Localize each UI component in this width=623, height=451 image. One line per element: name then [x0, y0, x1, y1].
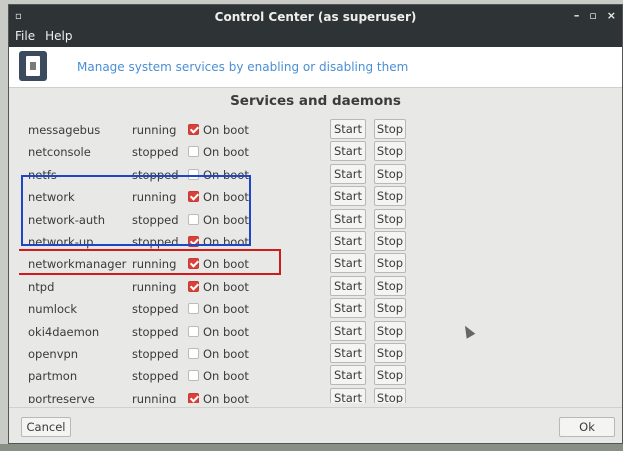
service-name: partmon — [28, 369, 78, 384]
service-row: ntpd running On boot Start Stop — [19, 275, 579, 298]
start-button[interactable]: Start — [330, 231, 366, 251]
menu-file[interactable]: File — [15, 29, 35, 43]
start-button[interactable]: Start — [330, 253, 366, 274]
stop-button[interactable]: Stop — [374, 320, 406, 341]
service-name: netconsole — [28, 145, 91, 160]
cancel-button[interactable]: Cancel — [21, 417, 71, 437]
service-status: running — [132, 123, 177, 137]
service-name: numlock — [28, 302, 77, 317]
footer-divider — [9, 407, 622, 408]
service-name: messagebus — [28, 123, 101, 137]
start-button[interactable]: Start — [330, 365, 366, 386]
desktop-background — [0, 444, 623, 451]
annotation-box-networkmanager — [19, 249, 281, 275]
on-boot-checkbox[interactable] — [188, 146, 199, 158]
minimize-icon[interactable]: – — [574, 9, 580, 22]
menu-bar: File Help — [9, 29, 622, 47]
window-controls: – ▫ × — [574, 9, 616, 22]
on-boot-label[interactable]: On boot — [203, 302, 249, 316]
service-row: openvpn stopped On boot Start Stop — [19, 343, 579, 365]
stop-button[interactable]: Stop — [374, 343, 406, 363]
on-boot-label[interactable]: On boot — [203, 123, 249, 137]
ok-button[interactable]: Ok — [559, 417, 615, 437]
menu-help[interactable]: Help — [45, 29, 72, 43]
service-row: netconsole stopped On boot Start Stop — [19, 141, 579, 163]
on-boot-label[interactable]: On boot — [203, 392, 249, 403]
stop-button[interactable]: Stop — [374, 365, 406, 386]
stop-button[interactable]: Stop — [374, 253, 406, 274]
header-banner: Manage system services by enabling or di… — [9, 47, 622, 88]
page-title: Services and daemons — [230, 93, 401, 109]
on-boot-label[interactable]: On boot — [203, 369, 249, 383]
start-button[interactable]: Start — [330, 320, 366, 341]
start-button[interactable]: Start — [330, 163, 366, 184]
service-status: stopped — [132, 347, 179, 361]
service-status: stopped — [132, 145, 179, 160]
service-name: oki4daemon — [28, 324, 100, 339]
services-app-icon — [19, 51, 47, 81]
on-boot-label[interactable]: On boot — [203, 280, 249, 294]
close-icon[interactable]: × — [607, 9, 616, 22]
stop-button[interactable]: Stop — [374, 141, 406, 162]
start-button[interactable]: Start — [330, 119, 366, 139]
annotation-box-network-group — [21, 175, 251, 247]
on-boot-checkbox[interactable] — [188, 392, 199, 403]
start-button[interactable]: Start — [330, 141, 366, 162]
on-boot-checkbox[interactable] — [188, 280, 199, 292]
title-bar[interactable]: ▫ Control Center (as superuser) – ▫ × — [9, 5, 622, 29]
service-status: running — [132, 279, 177, 294]
stop-button[interactable]: Stop — [374, 119, 406, 139]
service-status: stopped — [132, 302, 179, 317]
on-boot-label[interactable]: On boot — [203, 347, 249, 361]
start-button[interactable]: Start — [330, 298, 366, 319]
service-status: stopped — [132, 324, 179, 339]
service-status: stopped — [132, 369, 179, 384]
start-button[interactable]: Start — [330, 343, 366, 363]
window-title: Control Center (as superuser) — [214, 10, 417, 24]
banner-description: Manage system services by enabling or di… — [77, 60, 409, 74]
service-row: messagebus running On boot Start Stop — [19, 119, 579, 141]
service-row: portreserve running On boot Start Stop — [19, 387, 579, 403]
service-status: running — [132, 391, 177, 403]
service-name: portreserve — [28, 391, 95, 403]
service-row: partmon stopped On boot Start Stop — [19, 365, 579, 387]
stop-button[interactable]: Stop — [374, 298, 406, 319]
start-button[interactable]: Start — [330, 186, 366, 207]
on-boot-label[interactable]: On boot — [203, 325, 249, 339]
stop-button[interactable]: Stop — [374, 163, 406, 184]
start-button[interactable]: Start — [330, 275, 366, 296]
service-name: openvpn — [28, 347, 79, 361]
service-row: numlock stopped On boot Start Stop — [19, 298, 579, 320]
stop-button[interactable]: Stop — [374, 208, 406, 229]
control-center-window: ▫ Control Center (as superuser) – ▫ × Fi… — [8, 4, 623, 444]
start-button[interactable]: Start — [330, 387, 366, 403]
start-button[interactable]: Start — [330, 208, 366, 229]
on-boot-checkbox[interactable] — [188, 303, 199, 315]
on-boot-checkbox[interactable] — [188, 348, 199, 359]
stop-button[interactable]: Stop — [374, 387, 406, 403]
stop-button[interactable]: Stop — [374, 186, 406, 207]
on-boot-checkbox[interactable] — [188, 124, 199, 135]
service-name: ntpd — [28, 279, 55, 294]
stop-button[interactable]: Stop — [374, 275, 406, 296]
maximize-icon[interactable]: ▫ — [589, 9, 596, 22]
services-list[interactable]: messagebus running On boot Start Stop netcons… — [19, 111, 579, 403]
on-boot-checkbox[interactable] — [188, 370, 199, 382]
service-row: oki4daemon stopped On boot Start Stop — [19, 320, 579, 343]
stop-button[interactable]: Stop — [374, 231, 406, 251]
on-boot-checkbox[interactable] — [188, 325, 199, 337]
on-boot-label[interactable]: On boot — [203, 145, 249, 159]
